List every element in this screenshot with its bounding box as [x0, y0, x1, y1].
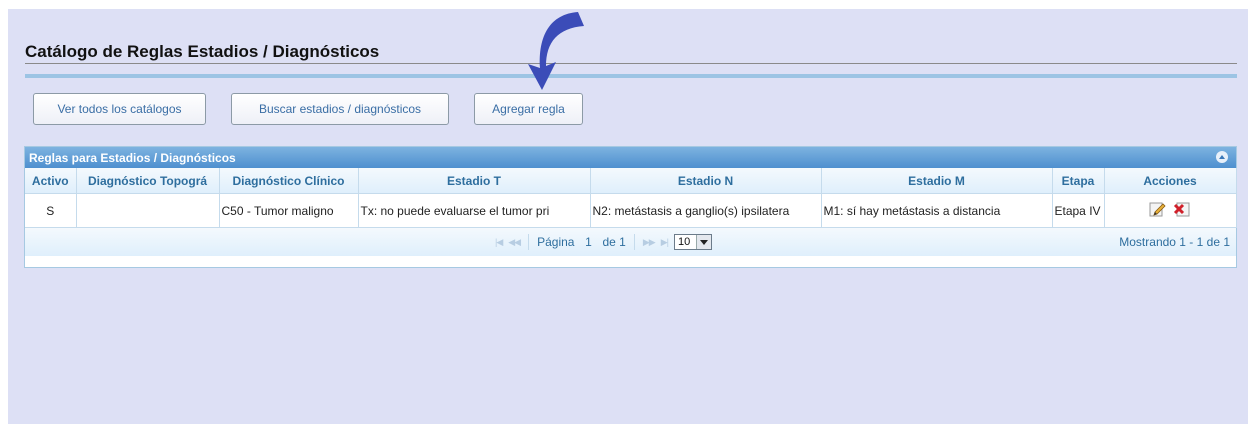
col-estadio-t[interactable]: Estadio T [358, 168, 591, 194]
first-page-icon[interactable]: |◀ [495, 237, 503, 248]
page-number-input[interactable]: 1 [580, 235, 596, 249]
pager-controls: |◀ ◀◀ Página 1 de 1 ▶▶ ▶| 10 [495, 232, 712, 252]
page-count: de 1 [602, 235, 626, 249]
page-title: Catálogo de Reglas Estadios / Diagnóstic… [25, 42, 380, 61]
cell-estadio-n: N2: metástasis a ganglio(s) ipsilatera [590, 193, 822, 228]
col-estadio-m[interactable]: Estadio M [821, 168, 1053, 194]
edit-icon[interactable] [1149, 201, 1167, 217]
col-activo[interactable]: Activo [25, 168, 77, 194]
col-estadio-n[interactable]: Estadio N [590, 168, 822, 194]
cell-etapa: Etapa IV [1052, 193, 1105, 228]
cell-activo: S [25, 193, 77, 228]
col-diagnostico-clinico[interactable]: Diagnóstico Clínico [219, 168, 359, 194]
cell-clinico: C50 - Tumor maligno [219, 193, 359, 228]
col-acciones[interactable]: Acciones [1104, 168, 1237, 194]
grid-caption: Reglas para Estadios / Diagnósticos [25, 147, 1236, 168]
collapse-icon[interactable] [1216, 151, 1228, 163]
records-info: Mostrando 1 - 1 de 1 [1119, 235, 1230, 249]
chevron-down-icon [695, 235, 711, 249]
cell-topografico [76, 193, 220, 228]
rows-per-page-select[interactable]: 10 [673, 234, 712, 250]
delete-icon[interactable] [1173, 201, 1191, 217]
add-rule-button[interactable]: Agregar regla [474, 93, 583, 125]
rules-grid: Reglas para Estadios / Diagnósticos Acti… [24, 146, 1237, 268]
view-all-catalogs-button[interactable]: Ver todos los catálogos [33, 93, 206, 125]
header-row: Activo Diagnóstico Topográ Diagnóstico C… [25, 168, 1237, 194]
last-page-icon[interactable]: ▶| [661, 237, 669, 248]
grid-pager: |◀ ◀◀ Página 1 de 1 ▶▶ ▶| 10 Mostrando 1… [25, 228, 1236, 256]
header-bar [25, 74, 1237, 78]
col-diagnostico-topografico[interactable]: Diagnóstico Topográ [76, 168, 220, 194]
next-page-icon[interactable]: ▶▶ [643, 237, 656, 248]
grid-caption-text: Reglas para Estadios / Diagnósticos [29, 150, 236, 165]
cell-acciones [1104, 193, 1237, 228]
search-stages-button[interactable]: Buscar estadios / diagnósticos [231, 93, 449, 125]
page-label: Página [537, 235, 575, 249]
cell-estadio-t: Tx: no puede evaluarse el tumor pri [358, 193, 591, 228]
pointer-arrow-icon [528, 12, 584, 90]
prev-page-icon[interactable]: ◀◀ [508, 237, 521, 248]
cell-estadio-m: M1: sí hay metástasis a distancia [821, 193, 1053, 228]
title-divider [25, 63, 1237, 64]
table-row[interactable]: S C50 - Tumor maligno Tx: no puede evalu… [25, 193, 1237, 228]
rules-table: Activo Diagnóstico Topográ Diagnóstico C… [25, 168, 1237, 228]
col-etapa[interactable]: Etapa [1052, 168, 1105, 194]
